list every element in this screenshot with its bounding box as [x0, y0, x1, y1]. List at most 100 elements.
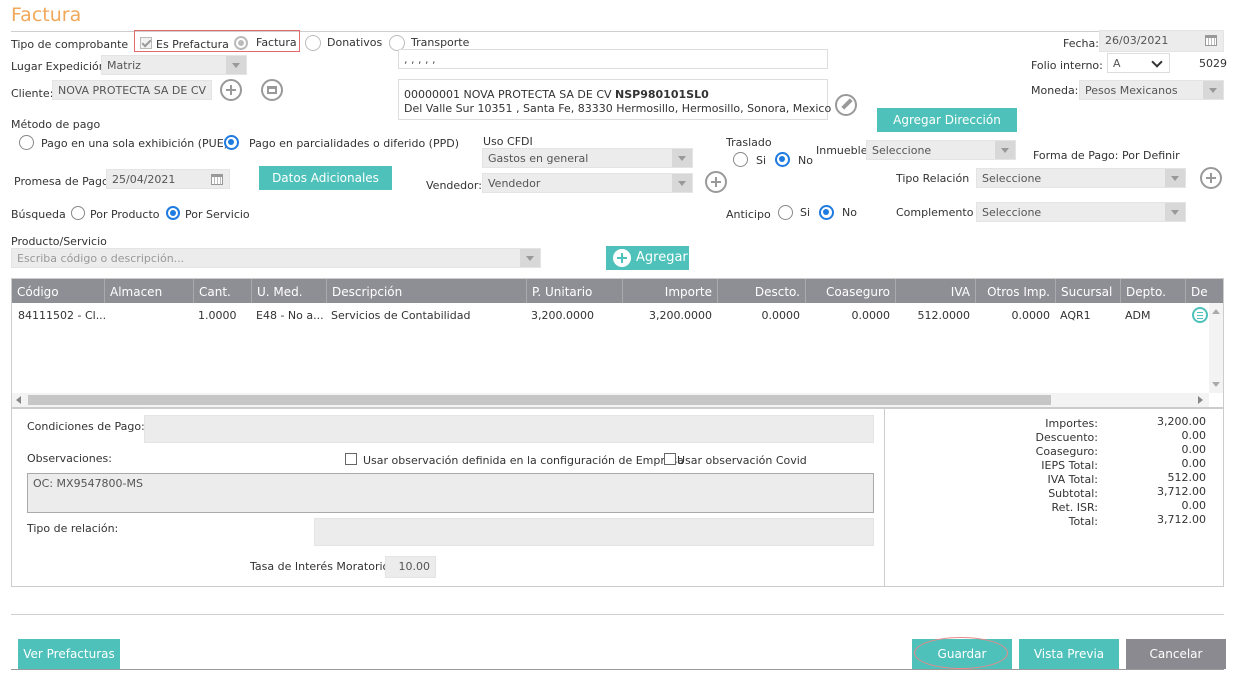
- cell-depto: ADM: [1125, 309, 1151, 322]
- tipo-relacion-top-value: Seleccione: [982, 172, 1042, 185]
- col-depto[interactable]: Depto.: [1120, 279, 1185, 303]
- ppd-label: Pago en parcialidades o diferido (PPD): [249, 137, 459, 150]
- ppd-radio[interactable]: [224, 135, 239, 150]
- col-cant[interactable]: Cant.: [193, 279, 251, 303]
- condiciones-input[interactable]: [144, 415, 874, 443]
- por-servicio-radio[interactable]: [166, 206, 180, 220]
- total-label: Importes:: [1045, 417, 1098, 430]
- add-relacion-icon[interactable]: [1200, 167, 1222, 189]
- es-prefactura-label: Es Prefactura: [156, 38, 229, 51]
- vista-previa-button[interactable]: Vista Previa: [1019, 639, 1119, 669]
- anticipo-label: Anticipo: [726, 208, 771, 221]
- uso-cfdi-select[interactable]: Gastos en general: [482, 148, 693, 168]
- calendar-icon[interactable]: [1201, 31, 1223, 51]
- total-label: Coaseguro:: [1035, 445, 1098, 458]
- folio-label: Folio interno:: [1031, 59, 1103, 72]
- observaciones-textarea[interactable]: OC: MX9547800-MS: [27, 473, 874, 513]
- inmueble-select[interactable]: Seleccione: [866, 140, 1016, 160]
- col-coaseguro[interactable]: Coaseguro: [805, 279, 895, 303]
- cliente-value: NOVA PROTECTA SA DE CV: [58, 84, 207, 97]
- address-line-field[interactable]: , , , , ,: [398, 49, 828, 69]
- col-iva[interactable]: IVA: [895, 279, 975, 303]
- datos-adicionales-button[interactable]: Datos Adicionales: [259, 166, 392, 190]
- col-codigo[interactable]: Código: [12, 279, 104, 303]
- cell-codigo: 84111502 - Cl...: [18, 309, 107, 322]
- col-umed[interactable]: U. Med.: [251, 279, 326, 303]
- cancelar-button[interactable]: Cancelar: [1126, 639, 1226, 669]
- detail-list-icon[interactable]: [1192, 307, 1208, 323]
- total-label: Total:: [1068, 515, 1098, 528]
- lugar-select[interactable]: Matriz: [101, 55, 247, 75]
- complemento-select[interactable]: Seleccione: [976, 202, 1186, 222]
- col-otros-imp[interactable]: Otros Imp.: [975, 279, 1055, 303]
- col-punitario[interactable]: P. Unitario: [526, 279, 622, 303]
- factura-radio[interactable]: [234, 36, 248, 50]
- add-vendedor-icon[interactable]: [705, 171, 727, 193]
- tipo-relacion-top-label: Tipo Relación: [896, 172, 970, 185]
- scroll-left-arrow-icon[interactable]: [16, 396, 21, 404]
- guardar-button[interactable]: Guardar: [912, 637, 1012, 669]
- tipo-relacion-input[interactable]: [314, 518, 874, 546]
- traslado-si-radio[interactable]: [733, 152, 748, 167]
- agregar-label: Agregar: [636, 250, 688, 265]
- cliente-info-line1: 00000001 NOVA PROTECTA SA DE CV NSP98010…: [404, 88, 709, 101]
- usar-observacion-covid-checkbox[interactable]: [664, 453, 676, 465]
- moneda-select[interactable]: Pesos Mexicanos: [1079, 80, 1224, 100]
- busqueda-label: Búsqueda: [11, 208, 66, 221]
- es-prefactura-checkbox[interactable]: [140, 37, 152, 49]
- vertical-scrollbar[interactable]: [1209, 303, 1223, 393]
- pue-radio[interactable]: [19, 135, 34, 150]
- tipo-relacion-label: Tipo de relación:: [27, 522, 119, 535]
- calendar-icon[interactable]: [207, 170, 229, 188]
- transporte-label: Transporte: [411, 36, 470, 49]
- complemento-label: Complemento: [896, 206, 974, 219]
- items-table: Código Almacen Cant. U. Med. Descripción…: [11, 278, 1224, 408]
- traslado-no-radio[interactable]: [775, 152, 790, 167]
- horizontal-scrollbar[interactable]: [12, 393, 1209, 407]
- producto-search-input[interactable]: Escriba código o descripción...: [11, 248, 541, 268]
- anticipo-no-label: No: [842, 206, 857, 219]
- scroll-up-arrow-icon[interactable]: [1212, 309, 1220, 314]
- cell-cant: 1.0000: [198, 309, 237, 322]
- chevron-down-icon: [1165, 169, 1185, 187]
- horizontal-scroll-thumb[interactable]: [28, 395, 1051, 405]
- moneda-label: Moneda:: [1031, 84, 1079, 97]
- col-de[interactable]: De: [1185, 279, 1223, 303]
- anticipo-no-radio[interactable]: [819, 205, 834, 220]
- vendedor-select[interactable]: Vendedor: [482, 173, 693, 193]
- scroll-down-arrow-icon[interactable]: [1212, 382, 1220, 387]
- col-almacen[interactable]: Almacen: [104, 279, 193, 303]
- promesa-input[interactable]: 25/04/2021: [106, 169, 230, 189]
- factura-label: Factura: [256, 36, 297, 49]
- folder-icon[interactable]: [261, 79, 283, 101]
- usar-observacion-empresa-checkbox[interactable]: [345, 453, 357, 465]
- add-client-icon[interactable]: [220, 79, 242, 101]
- cell-descto: 0.0000: [761, 309, 801, 322]
- col-sucursal[interactable]: Sucursal: [1055, 279, 1120, 303]
- anticipo-si-radio[interactable]: [778, 205, 793, 220]
- scroll-right-arrow-icon[interactable]: [1198, 396, 1203, 404]
- tipo-relacion-top-select[interactable]: Seleccione: [976, 168, 1186, 188]
- promesa-label: Promesa de Pago: [14, 175, 109, 188]
- chevron-down-icon: [226, 56, 246, 74]
- total-value: 0.00: [1181, 429, 1207, 442]
- donativos-radio[interactable]: [305, 35, 321, 51]
- total-value: 0.00: [1181, 457, 1207, 470]
- agregar-button[interactable]: Agregar: [606, 246, 689, 270]
- folio-number: 5029: [1199, 57, 1227, 70]
- fecha-input[interactable]: 26/03/2021: [1099, 30, 1224, 52]
- cliente-input[interactable]: NOVA PROTECTA SA DE CV: [52, 80, 212, 100]
- tasa-input[interactable]: 10.00: [385, 556, 436, 578]
- edit-pencil-icon[interactable]: [835, 94, 857, 116]
- tasa-label: Tasa de Interés Moratorio: [250, 560, 390, 573]
- ver-prefacturas-button[interactable]: Ver Prefacturas: [18, 639, 120, 669]
- col-descto[interactable]: Descto.: [717, 279, 805, 303]
- condiciones-label: Condiciones de Pago:: [27, 420, 145, 433]
- por-producto-radio[interactable]: [71, 206, 85, 220]
- chevron-down-icon: [1203, 81, 1223, 99]
- agregar-direccion-button[interactable]: Agregar Dirección: [877, 108, 1017, 132]
- folio-serie-select[interactable]: A: [1107, 53, 1170, 73]
- donativos-label: Donativos: [327, 36, 383, 49]
- col-descripcion[interactable]: Descripción: [326, 279, 526, 303]
- col-importe[interactable]: Importe: [622, 279, 717, 303]
